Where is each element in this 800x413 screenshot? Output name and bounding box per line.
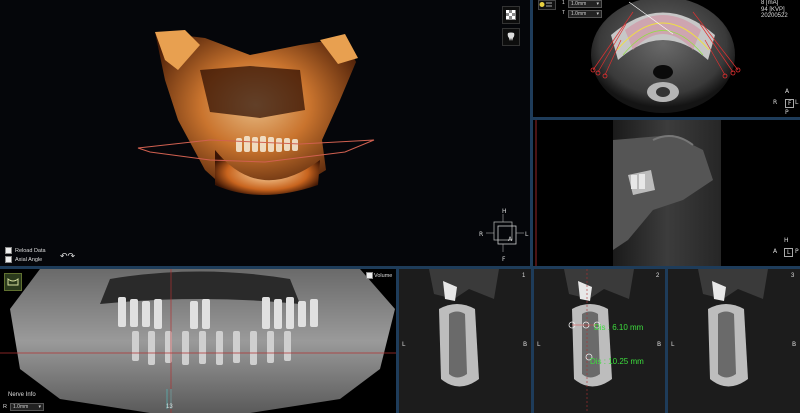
cross-section-3-number: 3 bbox=[791, 273, 795, 279]
volume-label: Volume bbox=[374, 272, 393, 279]
thickness-row2-label: T bbox=[562, 10, 566, 16]
chevron-down-icon: ▾ bbox=[596, 1, 599, 7]
measurement-width[interactable]: Dis : 6.10 mm bbox=[594, 323, 643, 332]
cross-section-1-left: L bbox=[402, 341, 406, 348]
sagittal-ct-image bbox=[535, 120, 721, 266]
thickness-row1-value: 1.0mm bbox=[571, 1, 587, 7]
cross-section-1-number: 1 bbox=[522, 273, 526, 279]
nerve-side-label: R bbox=[3, 404, 7, 410]
measurement-height[interactable]: Dis : 10.25 mm bbox=[590, 357, 644, 366]
cube-label-left: R bbox=[479, 231, 484, 238]
sagittal-orient-p: P bbox=[795, 248, 799, 255]
panorama-button[interactable] bbox=[4, 273, 22, 291]
axial-orient-f: F bbox=[785, 99, 795, 108]
cross-section-2-right: B bbox=[657, 341, 662, 348]
axial-orient-p: P bbox=[785, 109, 789, 116]
cube-label-top: H bbox=[502, 208, 507, 215]
thickness-row2-value: 1.0mm bbox=[571, 11, 587, 17]
scan-date: 20200522 bbox=[761, 13, 788, 19]
panoramic-view[interactable]: Volume Nerve Info R 1.0mm ▾ 13 bbox=[0, 269, 396, 413]
cross-section-2-left: L bbox=[537, 341, 541, 348]
reload-data-label: Reload Data bbox=[15, 247, 46, 254]
panoramic-ct-image bbox=[0, 269, 396, 413]
cross-section-2-image bbox=[534, 269, 665, 413]
view-3d[interactable]: Reload Data Axial Angle ↶↷ H R L A F bbox=[0, 0, 530, 266]
volume-option[interactable]: Volume bbox=[366, 272, 392, 279]
checkerboard-icon bbox=[506, 10, 516, 20]
chevron-down-icon: ▾ bbox=[596, 11, 599, 17]
cube-label-front: A bbox=[508, 236, 513, 243]
scan-info: 8 [mA] 94 [KVP] 20200522 bbox=[761, 0, 788, 20]
nerve-size-value: 1.0mm bbox=[13, 404, 29, 410]
reload-data-option[interactable]: Reload Data bbox=[5, 247, 46, 254]
rotate-right-icon[interactable]: ↷ bbox=[68, 251, 76, 261]
cross-section-2-number: 2 bbox=[656, 273, 660, 279]
thickness-row1-label: 1 bbox=[562, 0, 565, 6]
divider-axial-sagittal[interactable] bbox=[533, 117, 800, 120]
axial-angle-label: Axial Angle bbox=[15, 256, 43, 263]
divider-vertical-top[interactable] bbox=[530, 0, 533, 266]
tooth-icon bbox=[507, 32, 515, 41]
sagittal-orient-h: H bbox=[784, 237, 789, 244]
cross-section-3-right: B bbox=[792, 341, 797, 348]
axial-angle-checkbox[interactable] bbox=[5, 256, 12, 263]
nerve-size-dropdown[interactable]: 1.0mm ▾ bbox=[10, 403, 44, 411]
cross-section-3-image bbox=[668, 269, 800, 413]
axial-orient-l: L bbox=[795, 99, 799, 106]
cross-section-1-image bbox=[399, 269, 531, 413]
axial-orient-a: A bbox=[785, 88, 790, 95]
cross-section-3[interactable]: 3 L B bbox=[668, 269, 800, 413]
volume-checkbox[interactable] bbox=[366, 272, 373, 279]
jaw-3d-render bbox=[137, 30, 375, 195]
thickness-row1-dropdown[interactable]: 1.0mm ▾ bbox=[568, 0, 602, 8]
axial-orient-r: R bbox=[773, 99, 778, 106]
list-button[interactable] bbox=[538, 0, 556, 10]
sagittal-view[interactable]: H A L P bbox=[533, 120, 800, 266]
thickness-row2-dropdown[interactable]: 1.0mm ▾ bbox=[568, 10, 602, 18]
cross-section-3-left: L bbox=[671, 341, 675, 348]
rotate-buttons[interactable]: ↶↷ bbox=[60, 251, 75, 262]
cross-section-1-right: B bbox=[523, 341, 528, 348]
slice-number: 13 bbox=[166, 404, 173, 410]
nerve-info-label: Nerve Info bbox=[8, 392, 36, 398]
axial-view[interactable]: 1 1.0mm ▾ T 1.0mm ▾ 8 [mA] 94 [KVP] 2020… bbox=[533, 0, 800, 117]
tooth-view-button[interactable] bbox=[502, 28, 520, 46]
cube-label-right: L bbox=[525, 231, 529, 238]
cross-section-1[interactable]: 1 L B bbox=[399, 269, 531, 413]
sagittal-orient-l: L bbox=[784, 248, 794, 257]
checkerboard-button[interactable] bbox=[502, 6, 520, 24]
panorama-icon bbox=[7, 277, 19, 286]
chevron-down-icon: ▾ bbox=[38, 404, 41, 410]
list-icon bbox=[539, 2, 552, 7]
cube-label-bottom: F bbox=[502, 256, 506, 263]
rotate-left-icon[interactable]: ↶ bbox=[60, 251, 68, 261]
axial-angle-option[interactable]: Axial Angle bbox=[5, 256, 42, 263]
cross-section-2[interactable]: 2 L B Dis : 6.10 mm Dis : 10.25 mm bbox=[534, 269, 665, 413]
sagittal-orient-a: A bbox=[773, 248, 778, 255]
reload-data-checkbox[interactable] bbox=[5, 247, 12, 254]
